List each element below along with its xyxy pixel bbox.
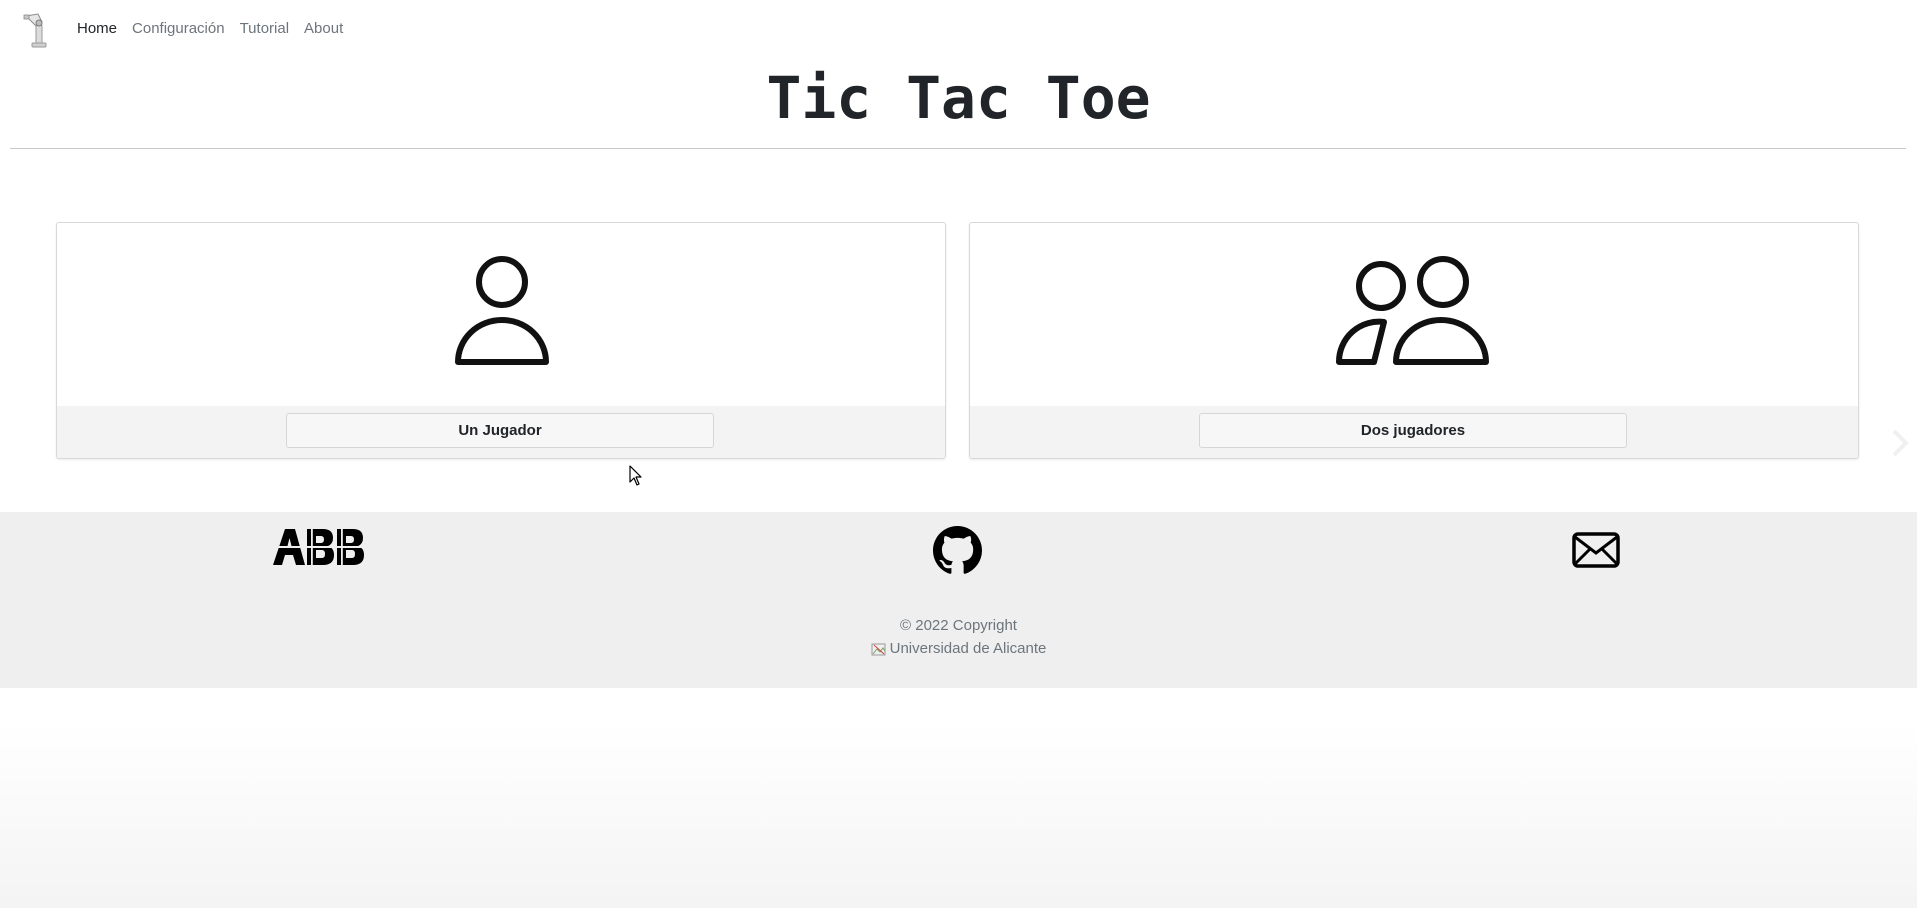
nav-link-tutorial[interactable]: Tutorial xyxy=(240,20,289,37)
copyright-text: © 2022 Copyright xyxy=(900,617,1017,634)
single-player-button[interactable]: Un Jugador xyxy=(286,413,714,448)
broken-image-icon xyxy=(871,641,887,656)
github-icon[interactable] xyxy=(933,526,982,575)
two-players-button[interactable]: Dos jugadores xyxy=(1199,413,1627,448)
nav-link-configuracion[interactable]: Configuración xyxy=(132,20,225,37)
robot-arm-icon[interactable] xyxy=(22,10,52,50)
navbar: Home Configuración Tutorial About xyxy=(0,0,1917,60)
mouse-pointer-icon xyxy=(629,465,643,487)
single-player-card: Un Jugador xyxy=(56,222,946,459)
single-person-icon xyxy=(441,252,561,377)
chevron-right-icon[interactable] xyxy=(1890,428,1910,458)
two-players-card: Dos jugadores xyxy=(969,222,1859,459)
mail-icon[interactable] xyxy=(1571,530,1621,570)
card-icon-area xyxy=(970,223,1858,406)
title-divider xyxy=(10,148,1906,149)
page: Home Configuración Tutorial About Tic Ta… xyxy=(0,0,1917,908)
nav-link-about[interactable]: About xyxy=(304,20,343,37)
nav-link-home[interactable]: Home xyxy=(77,20,117,37)
university-row: Universidad de Alicante xyxy=(871,637,1047,660)
nav-links: Home Configuración Tutorial About xyxy=(77,20,343,37)
copyright: © 2022 Copyright Universidad de Alicante xyxy=(0,614,1917,664)
footer: © 2022 Copyright Universidad de Alicante xyxy=(0,512,1917,688)
page-title: Tic Tac Toe xyxy=(766,64,1151,132)
university-link[interactable]: Universidad de Alicante xyxy=(890,637,1047,660)
card-icon-area xyxy=(57,223,945,406)
abb-logo[interactable] xyxy=(271,527,367,567)
two-people-icon xyxy=(1335,252,1492,377)
